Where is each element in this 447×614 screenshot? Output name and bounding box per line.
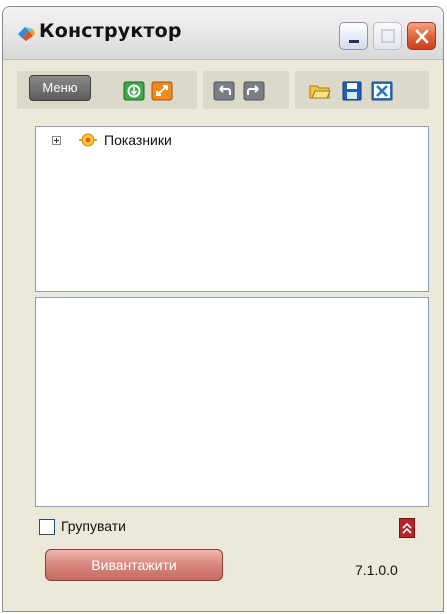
minimize-icon (349, 40, 359, 43)
minimize-button[interactable] (339, 22, 368, 50)
export-button[interactable]: Вивантажити (45, 549, 223, 581)
refresh-icon[interactable] (123, 81, 145, 101)
close-button[interactable] (407, 22, 436, 50)
open-folder-icon[interactable] (309, 81, 331, 101)
close-file-icon[interactable] (371, 81, 393, 101)
maximize-icon (381, 29, 395, 43)
double-chevron-up-icon (402, 522, 412, 534)
close-icon (415, 29, 429, 44)
title-bar[interactable]: Конструктор (3, 7, 443, 60)
indicator-icon (78, 131, 98, 149)
collapse-button[interactable] (399, 518, 415, 538)
toolbar: Меню (17, 71, 431, 111)
version-label: 7.1.0.0 (355, 562, 398, 578)
save-icon[interactable] (341, 81, 363, 101)
redo-icon[interactable] (243, 81, 265, 101)
tree-node-label: Показники (104, 132, 172, 148)
group-checkbox-label[interactable]: Групувати (61, 518, 126, 534)
app-logo-icon (15, 25, 37, 43)
constructor-window: Конструктор Меню Показники Групувати Вив… (2, 6, 444, 612)
expand-icon[interactable] (151, 81, 173, 101)
undo-icon[interactable] (213, 81, 235, 101)
maximize-button[interactable] (373, 22, 402, 50)
expand-node-icon[interactable] (52, 136, 61, 145)
window-title: Конструктор (39, 20, 182, 42)
indicators-tree[interactable]: Показники (35, 126, 429, 292)
menu-button[interactable]: Меню (29, 75, 91, 101)
group-checkbox[interactable] (39, 519, 55, 535)
details-panel[interactable] (35, 297, 429, 507)
